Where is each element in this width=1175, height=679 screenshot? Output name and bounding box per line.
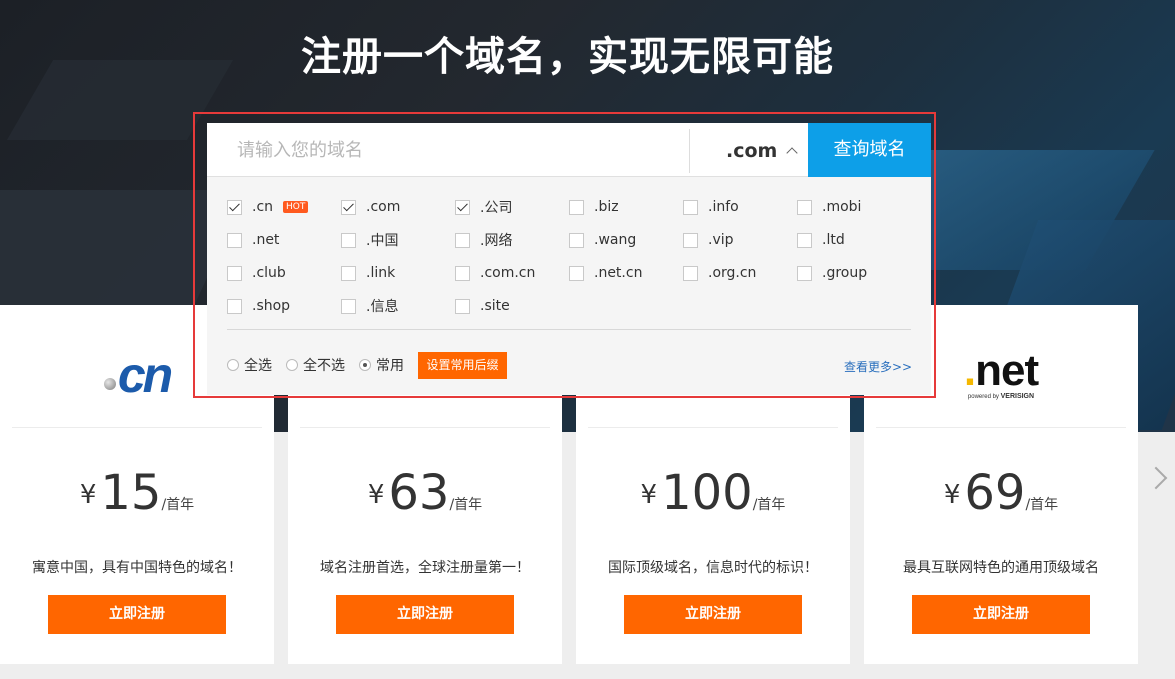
checkbox[interactable] [227,298,242,314]
suffix-label: .link [366,265,396,281]
suffix-option[interactable]: .中国 [341,231,398,249]
radio-common[interactable]: 常用 [359,356,404,374]
checkbox[interactable] [341,298,356,314]
checkbox[interactable] [455,298,470,314]
suffix-option[interactable]: .biz [569,198,619,216]
suffix-option[interactable]: .site [455,297,510,315]
search-domain-button[interactable]: 查询域名 [808,123,931,177]
suffix-option[interactable]: .ltd [797,231,845,249]
register-button[interactable]: 立即注册 [48,595,226,634]
checkbox[interactable] [683,199,698,215]
checkbox[interactable] [683,265,698,281]
checkbox[interactable] [569,232,584,248]
suffix-label: .公司 [480,200,513,216]
price: ¥15/首年 [79,465,195,521]
checkbox[interactable] [227,265,242,281]
suffix-option[interactable]: .vip [683,231,734,249]
suffix-label: .group [822,265,868,281]
checkbox[interactable] [227,199,242,215]
radio-icon [227,359,239,371]
suffix-label: .net [252,232,280,248]
price: ¥69/首年 [943,465,1059,521]
suffix-label: .vip [708,232,734,248]
suffix-label: .net.cn [594,265,643,281]
checkbox[interactable] [341,232,356,248]
suffix-label: .网络 [480,233,513,249]
suffix-label: .org.cn [708,265,757,281]
suffix-option[interactable]: .公司 [455,198,512,216]
checkbox[interactable] [341,199,356,215]
suffix-label: .club [252,265,286,281]
checkbox[interactable] [797,265,812,281]
tld-select[interactable]: .com [689,129,808,173]
domain-search-input[interactable] [207,123,688,177]
checkbox[interactable] [797,232,812,248]
suffix-label: .wang [594,232,637,248]
page-title: 注册一个域名，实现无限可能 [301,34,834,80]
price: ¥63/首年 [367,465,483,521]
suffix-label: .site [480,298,510,314]
checkbox[interactable] [455,232,470,248]
register-button[interactable]: 立即注册 [624,595,802,634]
suffix-label: .com.cn [480,265,536,281]
domain-search-panel: .com 查询域名 .cn HOT .com .公司 .biz .info .mobi .ne… [207,123,931,395]
register-button[interactable]: 立即注册 [912,595,1090,634]
card-description: 国际顶级域名，信息时代的标识！ [608,560,818,576]
suffix-option[interactable]: .cn HOT [227,198,309,216]
set-common-suffix-button[interactable]: 设置常用后缀 [418,352,507,379]
suffix-option[interactable]: .info [683,198,739,216]
radio-icon [286,359,298,371]
card-description: 最具互联网特色的通用顶级域名 [903,560,1099,576]
card-description: 域名注册首选，全球注册量第一！ [320,560,530,576]
suffix-option[interactable]: .网络 [455,231,512,249]
suffix-label: .ltd [822,232,845,248]
radio-select-none[interactable]: 全不选 [286,356,345,374]
suffix-option[interactable]: .shop [227,297,290,315]
suffix-label: .shop [252,298,291,314]
suffix-option[interactable]: .mobi [797,198,861,216]
checkbox[interactable] [455,199,470,215]
divider [227,329,911,330]
suffix-option[interactable]: .net.cn [569,264,642,282]
suffix-label: .com [366,199,401,215]
suffix-option[interactable]: .com [341,198,400,216]
radio-icon [359,359,371,371]
suffix-option[interactable]: .link [341,264,395,282]
chevron-up-icon [786,147,798,159]
next-arrow-icon[interactable] [1144,466,1168,490]
view-more-link[interactable]: 查看更多>> [844,358,912,375]
register-button[interactable]: 立即注册 [336,595,514,634]
checkbox[interactable] [341,265,356,281]
suffix-option[interactable]: .group [797,264,867,282]
suffix-label: .info [708,199,739,215]
checkbox[interactable] [569,265,584,281]
suffix-label: .mobi [822,199,862,215]
suffix-option[interactable]: .com.cn [455,264,535,282]
suffix-option[interactable]: .club [227,264,286,282]
checkbox[interactable] [797,199,812,215]
card-description: 寓意中国，具有中国特色的域名！ [32,560,242,576]
suffix-label: .中国 [366,233,399,249]
suffix-label: .信息 [366,299,399,315]
suffix-option[interactable]: .wang [569,231,636,249]
radio-select-all[interactable]: 全选 [227,356,272,374]
search-bar: .com 查询域名 [207,123,931,177]
checkbox[interactable] [455,265,470,281]
checkbox[interactable] [227,232,242,248]
suffix-option[interactable]: .信息 [341,297,398,315]
tld-select-value: .com [726,140,778,162]
suffix-option[interactable]: .org.cn [683,264,756,282]
suffix-option[interactable]: .net [227,231,279,249]
checkbox[interactable] [569,199,584,215]
checkbox[interactable] [683,232,698,248]
hot-badge: HOT [283,201,309,213]
price: ¥100/首年 [640,465,786,521]
suffix-label: .biz [594,199,619,215]
suffix-label: .cn [252,199,274,215]
